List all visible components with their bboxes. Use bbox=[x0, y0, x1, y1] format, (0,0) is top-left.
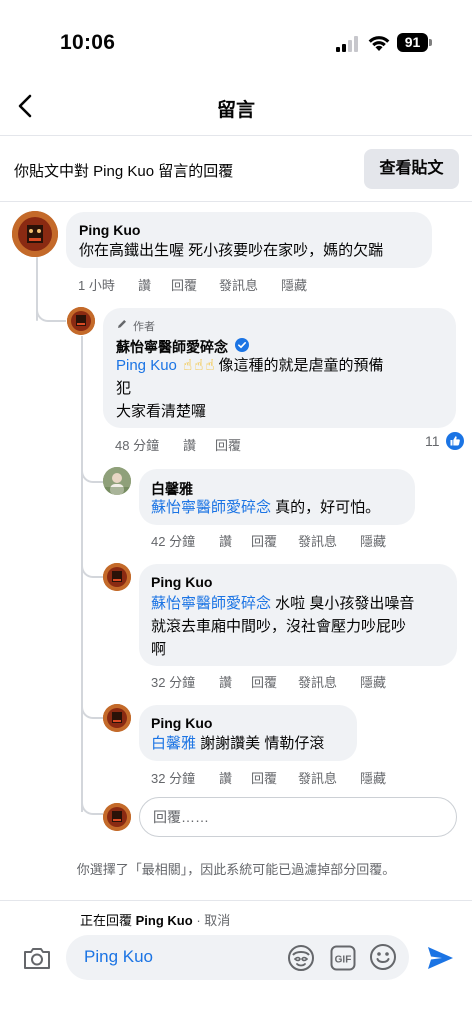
comment-time: 32 分鐘 bbox=[151, 771, 196, 786]
like-reaction-icon bbox=[446, 432, 464, 450]
like-button[interactable]: 讚 bbox=[219, 672, 232, 691]
thread-connector bbox=[36, 300, 66, 322]
gif-icon[interactable]: GIF bbox=[330, 945, 356, 971]
svg-text:GIF: GIF bbox=[335, 955, 352, 966]
verified-icon bbox=[235, 338, 249, 352]
mention-link[interactable]: 白馨雅 bbox=[151, 735, 196, 752]
comment-text: 真的，好可怕。 bbox=[271, 499, 381, 516]
thread-connector bbox=[81, 793, 103, 815]
comment-text: 水啦 臭小孩發出噪音 bbox=[271, 595, 415, 612]
emoji-text: ☝☝☝ bbox=[183, 357, 217, 374]
cancel-reply-button[interactable]: · 取消 bbox=[196, 913, 230, 928]
comment-text: 你在高鐵出生喔 死小孩要吵在家吵，媽的欠踹 bbox=[79, 242, 384, 259]
mention-link[interactable]: 蘇怡寧醫師愛碎念 bbox=[151, 499, 271, 516]
replying-name: Ping Kuo bbox=[135, 913, 193, 928]
author-badge: 作者 bbox=[133, 321, 155, 333]
like-button[interactable]: 讚 bbox=[219, 768, 232, 787]
avatar[interactable] bbox=[12, 211, 58, 257]
comment-time: 48 分鐘 bbox=[115, 438, 160, 453]
reply-input[interactable]: 回覆…… bbox=[139, 797, 457, 837]
view-post-button[interactable]: 查看貼文 bbox=[364, 149, 459, 189]
thread-line bbox=[81, 336, 83, 812]
divider bbox=[0, 201, 472, 202]
avatar[interactable] bbox=[103, 704, 131, 732]
avatar[interactable] bbox=[103, 467, 131, 495]
reply-button[interactable]: 回覆 bbox=[251, 768, 277, 787]
thread-connector bbox=[81, 556, 103, 578]
like-button[interactable]: 讚 bbox=[183, 435, 196, 454]
reaction-count[interactable]: 11 bbox=[425, 433, 440, 449]
like-button[interactable]: 讚 bbox=[138, 275, 151, 294]
header-divider bbox=[0, 135, 472, 136]
comment-author[interactable]: Ping Kuo bbox=[151, 715, 212, 731]
filter-notice: 你選擇了「最相關」，因此系統可能已過濾掉部分回覆。 bbox=[76, 862, 396, 877]
comment-text: 就滾去車廂中間吵，沒社會壓力吵屁吵 bbox=[151, 618, 407, 635]
avatar-sticker-icon[interactable] bbox=[287, 944, 315, 972]
comment-text: 像這種的就是虐童的預備 bbox=[218, 357, 384, 374]
hide-button[interactable]: 隱藏 bbox=[360, 768, 386, 787]
emoji-icon[interactable] bbox=[369, 943, 397, 971]
thread-connector bbox=[81, 697, 103, 719]
pencil-icon bbox=[118, 320, 126, 328]
status-time: 10:06 bbox=[60, 31, 116, 54]
comment-bubble[interactable]: Ping Kuo 白馨雅 謝謝讚美 情勒仔滾 bbox=[139, 705, 357, 761]
comment-bubble[interactable]: 作者 蘇怡寧醫師愛碎念 Ping Kuo ☝☝☝ 像這種的就是虐童的預備 犯 大家… bbox=[103, 308, 456, 428]
message-button[interactable]: 發訊息 bbox=[219, 275, 258, 294]
comment-text: 謝謝讚美 情勒仔滾 bbox=[196, 735, 325, 752]
comment-bubble[interactable]: 白馨雅 蘇怡寧醫師愛碎念 真的，好可怕。 bbox=[139, 469, 415, 525]
thread-connector bbox=[81, 461, 103, 483]
hide-button[interactable]: 隱藏 bbox=[281, 275, 307, 294]
reply-button[interactable]: 回覆 bbox=[215, 435, 241, 454]
hide-button[interactable]: 隱藏 bbox=[360, 672, 386, 691]
replying-indicator: 正在回覆 Ping Kuo · 取消 bbox=[80, 910, 230, 929]
wifi-icon bbox=[368, 36, 390, 51]
comment-time: 32 分鐘 bbox=[151, 675, 196, 690]
context-text: 你貼文中對 Ping Kuo 留言的回覆 bbox=[14, 163, 234, 180]
avatar bbox=[103, 803, 131, 831]
hide-button[interactable]: 隱藏 bbox=[360, 531, 386, 550]
reply-button[interactable]: 回覆 bbox=[251, 531, 277, 550]
comment-bubble[interactable]: Ping Kuo 你在高鐵出生喔 死小孩要吵在家吵，媽的欠踹 bbox=[66, 212, 432, 268]
comment-author[interactable]: Ping Kuo bbox=[151, 574, 212, 590]
battery-level: 91 bbox=[397, 33, 428, 52]
comment-text: 犯 bbox=[116, 380, 132, 397]
message-button[interactable]: 發訊息 bbox=[298, 672, 337, 691]
like-button[interactable]: 讚 bbox=[219, 531, 232, 550]
battery-icon: 91 bbox=[397, 33, 433, 52]
mention-link[interactable]: 蘇怡寧醫師愛碎念 bbox=[151, 595, 271, 612]
comment-time: 1 小時 bbox=[78, 278, 115, 293]
comment-text: 大家看清楚囉 bbox=[116, 403, 207, 420]
message-button[interactable]: 發訊息 bbox=[298, 768, 337, 787]
compose-text[interactable]: Ping Kuo bbox=[84, 947, 153, 967]
comment-text: 啊 bbox=[151, 641, 167, 658]
reply-button[interactable]: 回覆 bbox=[251, 672, 277, 691]
avatar[interactable] bbox=[103, 563, 131, 591]
reply-button[interactable]: 回覆 bbox=[171, 275, 197, 294]
avatar[interactable] bbox=[67, 307, 95, 335]
replying-prefix: 正在回覆 bbox=[80, 913, 133, 928]
page-title: 留言 bbox=[216, 100, 255, 121]
mention-link[interactable]: Ping Kuo bbox=[116, 357, 177, 374]
signal-icon bbox=[336, 36, 358, 52]
comment-author[interactable]: Ping Kuo bbox=[79, 222, 140, 238]
message-button[interactable]: 發訊息 bbox=[298, 531, 337, 550]
send-icon[interactable] bbox=[425, 944, 455, 972]
comment-time: 42 分鐘 bbox=[151, 534, 196, 549]
comment-bubble[interactable]: Ping Kuo 蘇怡寧醫師愛碎念 水啦 臭小孩發出噪音 就滾去車廂中間吵，沒社… bbox=[139, 564, 457, 666]
camera-icon[interactable] bbox=[22, 944, 52, 972]
